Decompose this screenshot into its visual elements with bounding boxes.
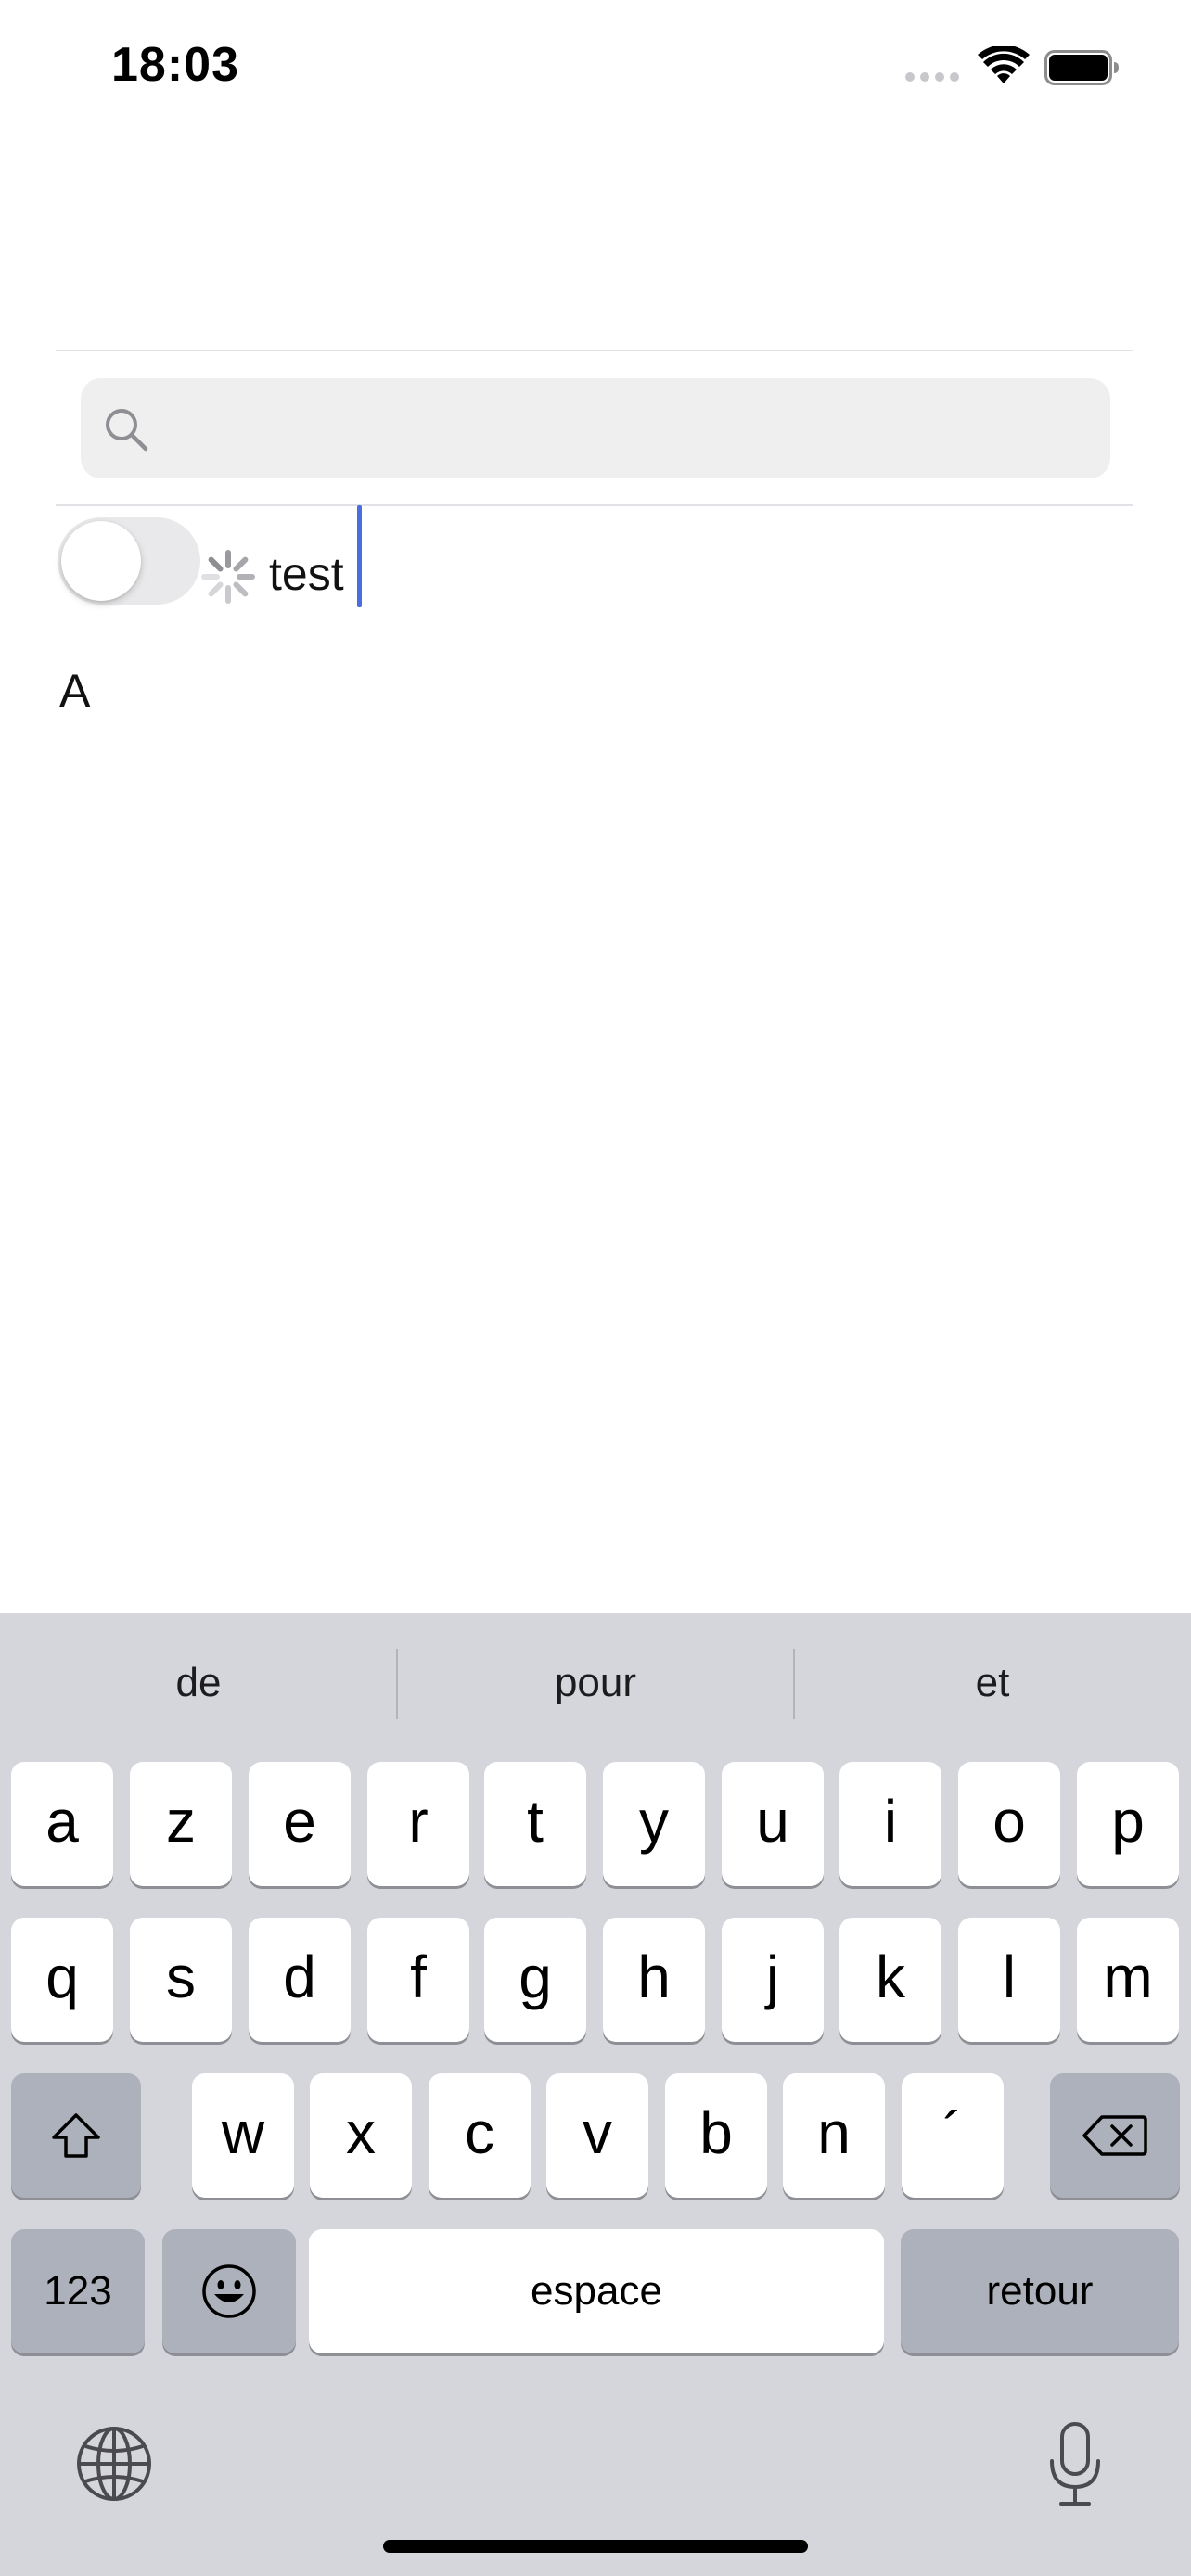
key-r[interactable]: r [367,1762,469,1886]
key-j[interactable]: j [722,1918,824,2042]
key-n[interactable]: n [783,2073,885,2198]
key-p[interactable]: p [1077,1762,1179,1886]
text-field-value[interactable]: test [269,547,344,601]
emoji-icon [202,2264,256,2318]
key-m[interactable]: m [1077,1918,1179,2042]
suggestion-1[interactable]: de [0,1613,397,1753]
key-s[interactable]: s [130,1918,232,2042]
globe-icon[interactable] [74,2424,154,2504]
key-g[interactable]: g [484,1918,586,2042]
section-header-label: A [59,665,91,717]
key-a[interactable]: a [11,1762,113,1886]
key-c[interactable]: c [429,2073,531,2198]
numbers-key[interactable]: 123 [11,2229,145,2353]
key-w[interactable]: w [192,2073,294,2198]
emoji-key[interactable] [162,2229,296,2353]
key-z[interactable]: z [130,1762,232,1886]
search-separator [56,504,1133,506]
suggestion-3[interactable]: et [794,1613,1191,1753]
key-u[interactable]: u [722,1762,824,1886]
toggle-switch[interactable] [58,517,200,605]
battery-icon [1044,50,1119,85]
key-e[interactable]: e [249,1762,351,1886]
return-key[interactable]: retour [901,2229,1179,2353]
wifi-icon [978,46,1030,83]
key-x[interactable]: x [310,2073,412,2198]
shift-icon [52,2113,100,2158]
key-y[interactable]: y [603,1762,705,1886]
key-h[interactable]: h [603,1918,705,2042]
toggle-knob [61,521,141,601]
search-input[interactable] [164,378,1095,480]
shift-key[interactable] [11,2073,141,2198]
keyboard: de pour et a z e r t y u i o p q s d f g… [0,1613,1191,2576]
cellular-signal-icon [905,72,959,82]
search-bar[interactable] [81,378,1110,480]
key-i[interactable]: i [839,1762,941,1886]
delete-key[interactable] [1050,2073,1180,2198]
key-o[interactable]: o [958,1762,1060,1886]
key-b[interactable]: b [665,2073,767,2198]
space-key[interactable]: espace [309,2229,884,2353]
text-cursor [357,505,362,607]
microphone-icon[interactable] [1046,2420,1104,2509]
screen: 18:03 t est A de pour et a z e r t y u i … [0,0,1191,2576]
search-icon [106,409,148,452]
status-time: 18:03 [111,38,239,92]
key-v[interactable]: v [546,2073,648,2198]
top-separator [56,350,1133,351]
activity-spinner-icon [201,550,255,604]
suggestion-bar: de pour et [0,1613,1191,1753]
home-indicator [383,2540,808,2553]
suggestion-2[interactable]: pour [397,1613,794,1753]
key-d[interactable]: d [249,1918,351,2042]
key-l[interactable]: l [958,1918,1060,2042]
key-q[interactable]: q [11,1918,113,2042]
key-acute-accent[interactable]: ´ [902,2073,1004,2198]
delete-icon [1082,2115,1147,2156]
key-t[interactable]: t [484,1762,586,1886]
key-k[interactable]: k [839,1918,941,2042]
key-f[interactable]: f [367,1918,469,2042]
